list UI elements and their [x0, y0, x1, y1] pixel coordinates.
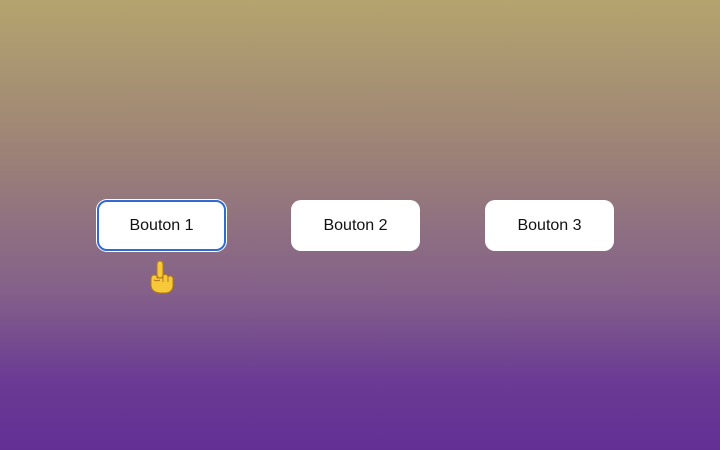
- bouton-2-button[interactable]: Bouton 2: [291, 200, 420, 251]
- pointing-up-hand-icon: [150, 260, 174, 294]
- bouton-1-button[interactable]: Bouton 1: [97, 200, 226, 251]
- button-stage: Bouton 1 Bouton 2 Bouton 3: [0, 0, 720, 450]
- bouton-3-button[interactable]: Bouton 3: [485, 200, 614, 251]
